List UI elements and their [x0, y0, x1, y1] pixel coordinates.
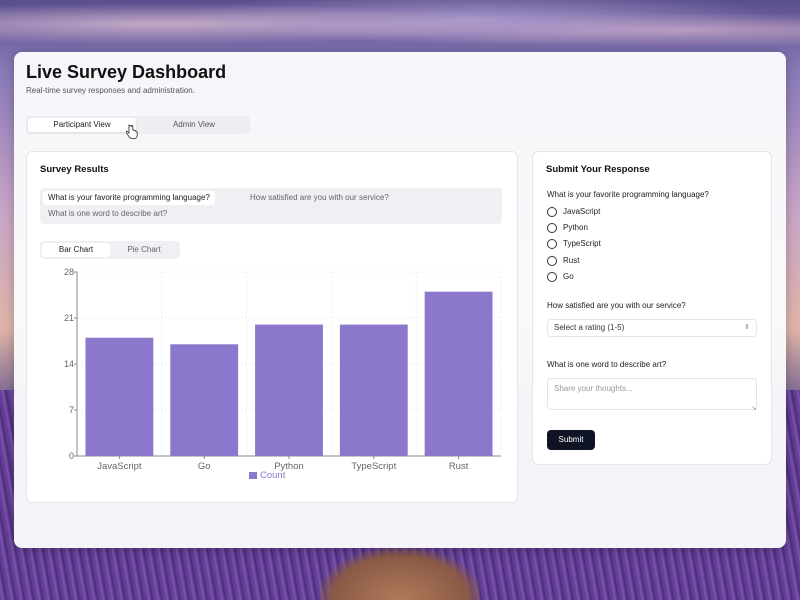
question-language-label: What is your favorite programming langua… [547, 190, 709, 199]
submit-button[interactable]: Submit [547, 430, 595, 450]
pointer-cursor-icon [126, 124, 138, 139]
art-word-textarea[interactable] [547, 378, 757, 410]
legend-swatch [249, 472, 257, 479]
tab-question-art[interactable]: What is one word to describe art? [43, 207, 172, 221]
view-tabs: Participant View Admin View [26, 116, 250, 134]
survey-results-card: Survey Results What is your favorite pro… [26, 151, 518, 503]
resize-grip-icon[interactable]: ↘ [751, 404, 757, 412]
bar-chart: 07142128JavaScript Go Python TypeScript Rust… [64, 267, 502, 481]
background-path [320, 548, 480, 600]
x-tick-label: TypeScript [351, 461, 396, 472]
radio-label: TypeScript [563, 239, 601, 248]
bar-python [255, 324, 323, 456]
question-satisfaction-label: How satisfied are you with our service? [547, 301, 686, 310]
tab-question-language[interactable]: What is your favorite programming langua… [43, 191, 215, 205]
radio-button[interactable] [547, 272, 557, 282]
chart-type-tabs: Bar Chart Pie Chart [40, 241, 180, 259]
legend-label: Count [260, 470, 286, 481]
submit-response-card: Submit Your Response What is your favori… [532, 151, 772, 465]
radio-button[interactable] [547, 207, 557, 217]
radio-label: Rust [563, 256, 580, 265]
radio-button[interactable] [547, 256, 557, 266]
bar-go [170, 344, 239, 456]
question-tabs: What is your favorite programming langua… [40, 188, 502, 224]
y-tick-label: 21 [64, 313, 74, 323]
tab-bar-chart[interactable]: Bar Chart [42, 243, 110, 257]
tab-pie-chart[interactable]: Pie Chart [110, 243, 178, 257]
dashboard-panel: Live Survey Dashboard Real-time survey r… [14, 52, 786, 548]
tab-question-satisfaction[interactable]: How satisfied are you with our service? [245, 191, 394, 205]
chevron-updown-icon: ⇕ [744, 324, 750, 331]
radio-label: JavaScript [563, 207, 601, 216]
radio-label: Python [563, 223, 588, 232]
tab-participant-view[interactable]: Participant View [28, 118, 136, 132]
survey-results-title: Survey Results [40, 164, 109, 175]
radio-label: Go [563, 272, 574, 281]
x-tick-label: JavaScript [97, 461, 142, 472]
background-sky [0, 0, 800, 60]
page-title: Live Survey Dashboard [26, 62, 227, 82]
y-tick-label: 7 [69, 405, 74, 415]
radio-button[interactable] [547, 239, 557, 249]
x-tick-label: Go [198, 461, 211, 472]
y-tick-label: 0 [69, 451, 74, 461]
rating-select-value: Select a rating (1-5) [554, 323, 625, 332]
rating-select[interactable]: Select a rating (1-5) ⇕ [547, 319, 757, 337]
y-tick-label: 28 [64, 267, 74, 277]
tab-admin-view[interactable]: Admin View [140, 118, 248, 132]
x-tick-label: Rust [449, 461, 469, 472]
bar-rust [424, 291, 493, 456]
submit-response-title: Submit Your Response [546, 164, 650, 175]
bar-typescript [339, 324, 408, 456]
bar-javascript [85, 337, 154, 456]
question-art-label: What is one word to describe art? [547, 360, 667, 369]
y-tick-label: 14 [64, 359, 74, 369]
radio-button[interactable] [547, 223, 557, 233]
page-subtitle: Real-time survey responses and administr… [26, 86, 195, 95]
